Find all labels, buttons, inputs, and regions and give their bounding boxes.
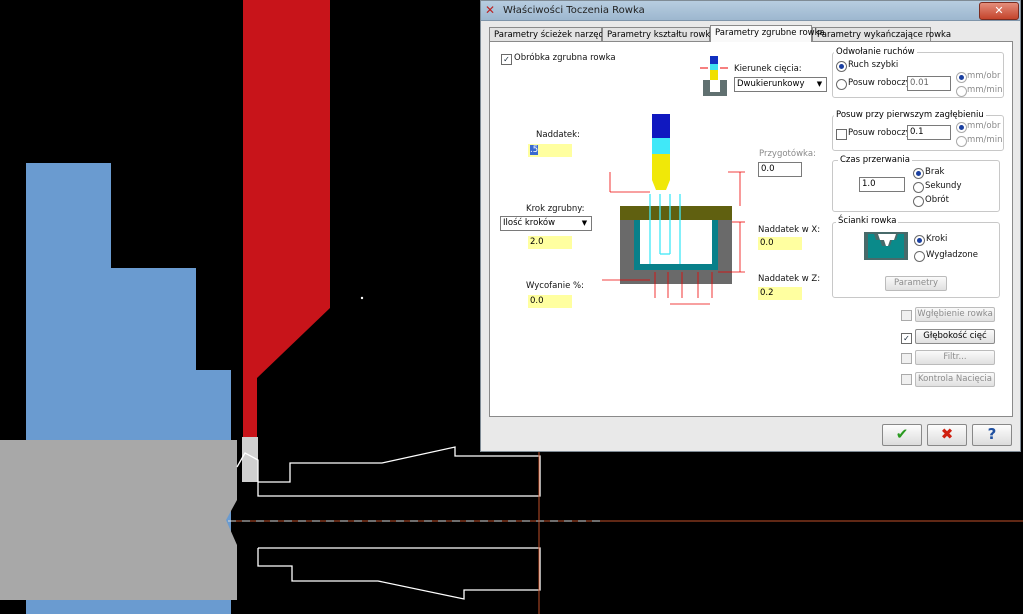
tab-groove-shape[interactable]: Parametry kształtu rowka [602, 27, 715, 41]
ok-button[interactable]: ✔ [882, 424, 922, 446]
first-plunge-feed-checkbox[interactable] [836, 129, 847, 140]
x-icon: ✖ [940, 425, 954, 443]
retraction-rapid-label: Ruch szybki [848, 60, 899, 70]
walls-steps-radio[interactable] [914, 235, 925, 246]
dialog-title: Właściwości Toczenia Rowka [503, 5, 645, 16]
step-mode-value: Ilość kroków [503, 218, 556, 228]
first-plunge-unit-rev-radio[interactable] [956, 122, 967, 133]
tab-groove-rough[interactable]: Parametry zgrubne rowka [710, 25, 825, 42]
stock-x-input[interactable]: 0.0 [758, 237, 802, 250]
cut-direction-select[interactable]: Dwukierunkowy ▼ [734, 77, 827, 92]
chevron-down-icon: ▼ [816, 80, 823, 88]
first-plunge-unit-rev: mm/obr [967, 121, 1001, 131]
cut-direction-label: Kierunek cięcia: [734, 64, 802, 74]
stock-z-input[interactable]: 0.2 [758, 287, 802, 300]
cut-control-button[interactable]: Kontrola Nacięcia [915, 372, 995, 387]
rough-params-panel: ✓ Obróbka zgrubna rowka Kierunek cięcia:… [489, 41, 1013, 417]
retraction-unit-min-radio[interactable] [956, 86, 967, 97]
prep-label: Przygotówka: [759, 149, 816, 159]
stock-x-label: Naddatek w X: [758, 225, 821, 235]
retraction-feed-radio[interactable] [836, 79, 847, 90]
rough-groove-label: Obróbka zgrubna rowka [514, 53, 616, 63]
retraction-unit-min: mm/min [967, 85, 1003, 95]
first-plunge-feed-input[interactable]: 0.1 [907, 125, 951, 140]
retraction-feed-label: Posuw roboczy [848, 78, 911, 88]
origin-dot [360, 296, 364, 300]
checkmark-icon: ✔ [895, 425, 909, 443]
cut-direction-icon [700, 56, 728, 96]
dwell-rev-radio[interactable] [913, 196, 924, 207]
cut-control-checkbox[interactable] [901, 374, 912, 385]
cut-direction-value: Dwukierunkowy [737, 79, 805, 89]
retraction-feed-input[interactable]: 0.01 [907, 76, 951, 91]
close-button[interactable]: ✕ [979, 2, 1019, 20]
dwell-seconds-radio[interactable] [913, 182, 924, 193]
stock-allowance-value: .5 [530, 145, 539, 155]
wall-steps-icon [864, 232, 908, 260]
depth-cuts-button[interactable]: Głębokość cięć [915, 329, 995, 344]
prep-input[interactable]: 0.0 [758, 162, 802, 177]
stock-z-label: Naddatek w Z: [758, 274, 821, 284]
dwell-seconds-label: Sekundy [925, 181, 962, 191]
first-plunge-title: Posuw przy pierwszym zagłębieniu [834, 110, 986, 120]
filter-checkbox[interactable] [901, 353, 912, 364]
walls-title: Ścianki rowka [836, 216, 899, 226]
dwell-none-radio[interactable] [913, 168, 924, 179]
retraction-unit-rev: mm/obr [967, 71, 1001, 81]
dwell-none-label: Brak [925, 167, 945, 177]
tab-groove-finish[interactable]: Parametry wykańczające rowka [812, 27, 951, 41]
dwell-rev-label: Obrót [925, 195, 949, 205]
first-plunge-feed-label: Posuw roboczy: [848, 128, 914, 138]
chevron-down-icon: ▼ [581, 219, 588, 227]
tab-toolpath-params[interactable]: Parametry ścieżek narzędzia [489, 27, 616, 41]
first-plunge-unit-min: mm/min [967, 135, 1003, 145]
step-mode-select[interactable]: Ilość kroków ▼ [500, 216, 592, 231]
walls-smooth-radio[interactable] [914, 251, 925, 262]
retraction-unit-rev-radio[interactable] [956, 72, 967, 83]
dwell-input[interactable]: 1.0 [859, 177, 905, 192]
groove-properties-dialog: ✕ Właściwości Toczenia Rowka ✕ Parametry… [480, 0, 1021, 452]
help-button[interactable]: ? [972, 424, 1012, 446]
rough-groove-checkbox[interactable]: ✓ [501, 54, 512, 65]
filter-button[interactable]: Filtr... [915, 350, 995, 365]
retraction-rapid-radio[interactable] [836, 61, 847, 72]
stock-allowance-input[interactable]: .5 [528, 144, 572, 157]
retraction-title: Odwołanie ruchów [834, 47, 917, 57]
cancel-button[interactable]: ✖ [927, 424, 967, 446]
stock-block [0, 440, 237, 600]
tool-insert [242, 437, 258, 482]
groove-depth-checkbox[interactable] [901, 310, 912, 321]
help-icon: ? [987, 425, 997, 443]
step-value-input[interactable]: 2.0 [528, 236, 572, 249]
step-label: Krok zgrubny: [526, 204, 585, 214]
stock-allowance-label: Naddatek: [536, 130, 580, 140]
retract-label: Wycofanie %: [526, 281, 584, 291]
tool-holder [243, 0, 330, 437]
dwell-title: Czas przerwania [838, 155, 912, 165]
depth-cuts-checkbox[interactable]: ✓ [901, 333, 912, 344]
toolpath-top [236, 446, 541, 497]
toolpath-bottom [257, 547, 541, 600]
dialog-titlebar[interactable]: ✕ Właściwości Toczenia Rowka ✕ [481, 1, 1020, 21]
walls-params-button[interactable]: Parametry [885, 276, 947, 291]
groove-plunge-button[interactable]: Wgłębienie rowka [915, 307, 995, 322]
retract-input[interactable]: 0.0 [528, 295, 572, 308]
app-icon: ✕ [485, 3, 496, 17]
walls-smooth-label: Wygładzone [926, 250, 978, 260]
first-plunge-unit-min-radio[interactable] [956, 136, 967, 147]
walls-steps-label: Kroki [926, 234, 948, 244]
